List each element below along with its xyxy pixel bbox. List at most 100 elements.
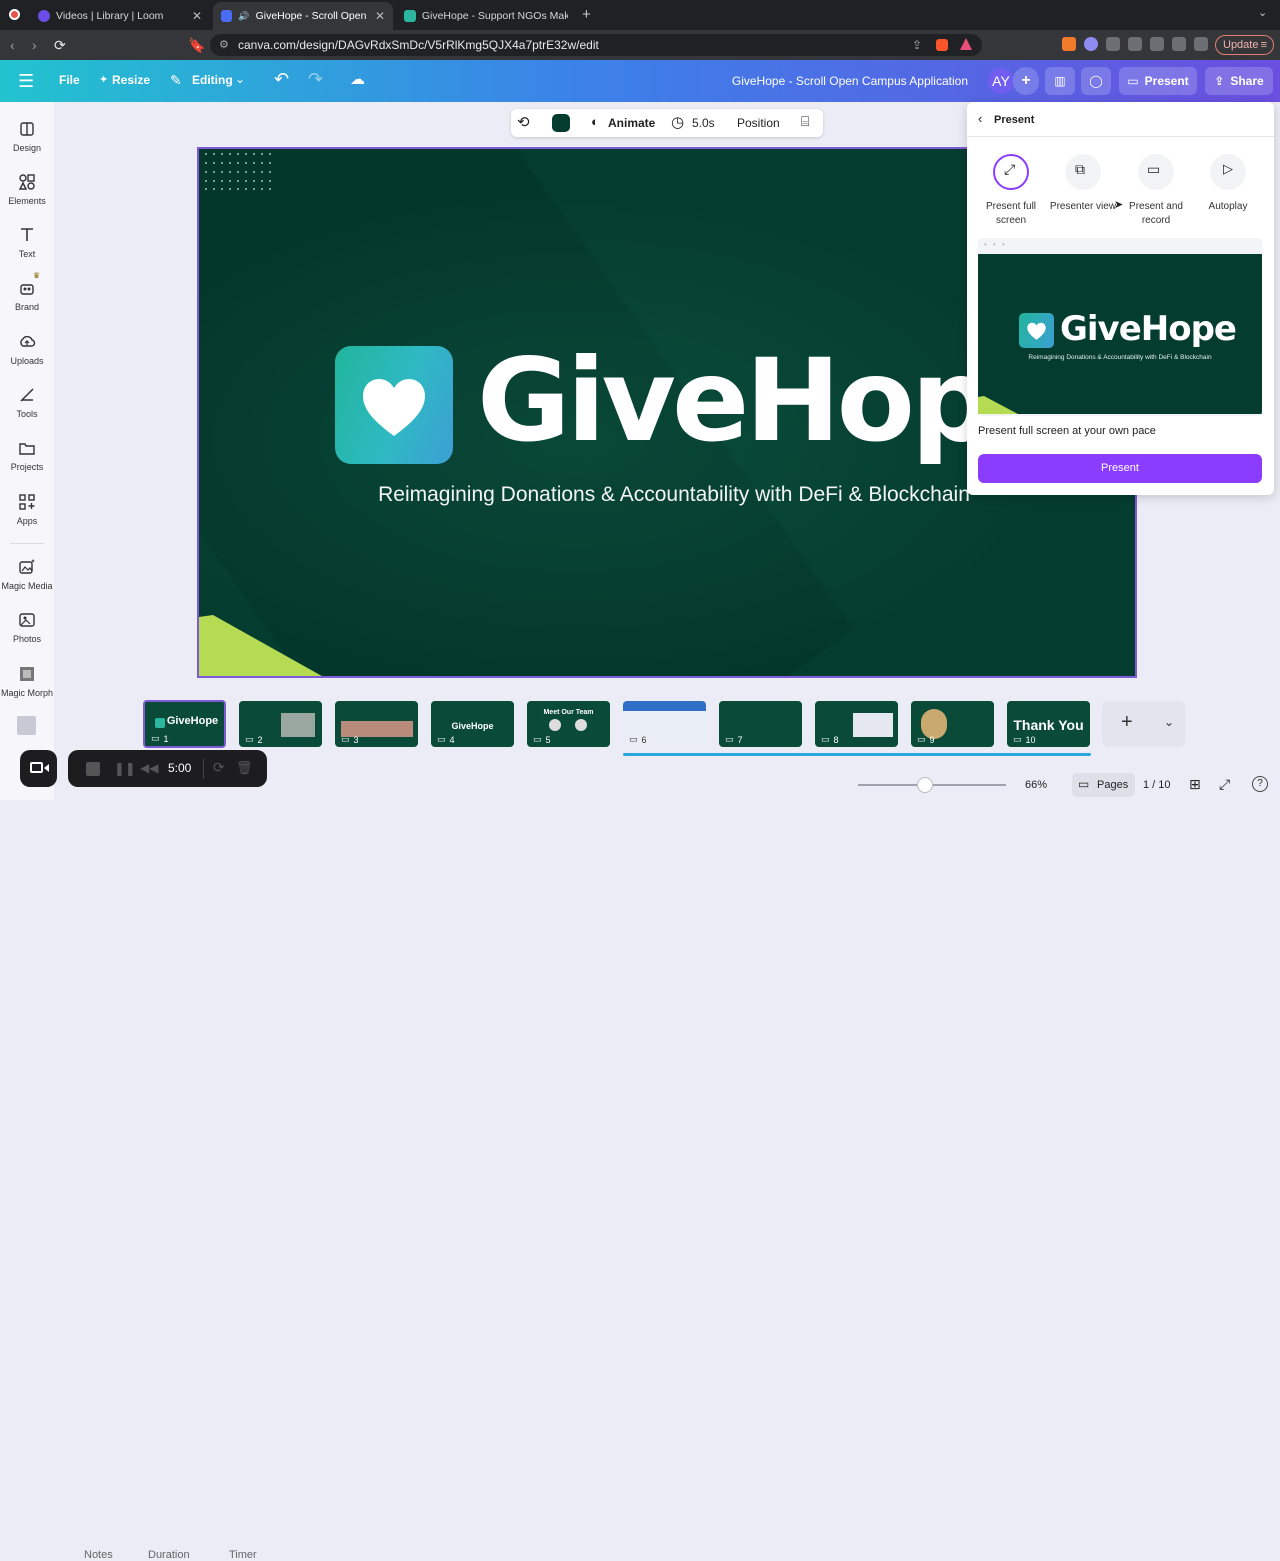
share-button[interactable]: ⇪ Share (1205, 67, 1273, 95)
duration-button[interactable]: 5.0s (692, 116, 715, 130)
sidebar-item-elements[interactable]: Elements (0, 173, 54, 206)
page-thumbnail[interactable]: Meet Our Team ▭ 5 (527, 701, 610, 747)
autoplay-option[interactable]: ▷ Autoplay (1193, 154, 1263, 214)
chevron-down-icon[interactable]: ⌄ (235, 72, 245, 86)
browser-tab-canva[interactable]: 🔊 GiveHope - Scroll Open Ca ✕ (213, 2, 393, 30)
undo-icon[interactable]: ↶ (274, 69, 289, 90)
redo-icon[interactable]: ↷ (308, 69, 323, 90)
leo-ai-icon[interactable] (1172, 37, 1186, 51)
cloud-save-icon[interactable]: ☁ (350, 70, 365, 88)
back-chevron-icon[interactable]: ‹ (978, 111, 982, 126)
browser-update-button[interactable]: Update ≡ (1215, 35, 1274, 55)
notes-button[interactable]: Notes (84, 1549, 113, 1561)
present-submit-button[interactable]: Present (978, 454, 1262, 483)
stop-recording-icon[interactable] (86, 762, 100, 776)
bookmark-icon[interactable]: 🔖 (188, 37, 205, 53)
page-thumbnail[interactable]: GiveHope ▭ 1 (143, 700, 226, 748)
animate-button[interactable]: Animate (608, 116, 655, 130)
position-button[interactable]: Position (737, 116, 780, 130)
main-menu-icon[interactable]: ☰ (18, 71, 34, 92)
comments-button[interactable]: ◯ (1081, 67, 1111, 95)
background-color-swatch[interactable] (552, 114, 570, 132)
sidebar-item-photos[interactable]: Photos (0, 611, 54, 644)
page-thumbnail[interactable]: Thank You ▭ 10 (1007, 701, 1090, 747)
page-thumbnail[interactable]: GiveHope ▭ 4 (431, 701, 514, 747)
reload-icon[interactable]: ⟳ (54, 37, 66, 53)
pause-icon[interactable]: ❚❚ (114, 761, 136, 777)
chevron-down-icon[interactable]: ⌄ (1164, 715, 1174, 729)
pages-scrollbar[interactable] (623, 753, 1091, 756)
sidebar-item-tools[interactable]: Tools (0, 386, 54, 419)
add-collaborator-button[interactable]: + (1013, 67, 1039, 95)
pages-view-button[interactable]: ▭ Pages (1072, 773, 1135, 797)
grid-view-icon[interactable]: ⊞ (1189, 776, 1201, 793)
tab-title: GiveHope - Support NGOs Making (421, 10, 568, 22)
sidebar-item-magic-media[interactable]: Magic Media (0, 558, 54, 591)
sidebar-toggle-icon[interactable] (1128, 37, 1142, 51)
present-button[interactable]: ▭ Present (1119, 67, 1197, 95)
close-tab-icon[interactable]: ✕ (192, 9, 202, 23)
resize-button[interactable]: Resize (112, 73, 150, 87)
sidebar-item-text[interactable]: Text (0, 226, 54, 259)
rewind-icon[interactable]: ◀◀ (140, 761, 158, 775)
givehope-logo-tile[interactable] (335, 346, 453, 464)
brave-rewards-icon[interactable] (960, 38, 972, 50)
trash-icon[interactable]: 🗑 (236, 760, 253, 776)
help-icon[interactable]: ? (1252, 776, 1268, 792)
share-page-icon[interactable]: ⇪ (912, 34, 922, 56)
url-field[interactable]: ⚙ canva.com/design/DAGvRdxSmDc/V5rRlKmg5… (210, 34, 982, 56)
extensions-puzzle-icon[interactable] (1106, 37, 1120, 51)
mouse-cursor-icon: ➤ (1114, 199, 1124, 211)
extension-cloud-icon[interactable] (1084, 37, 1098, 51)
file-menu[interactable]: File (59, 73, 80, 87)
brave-shield-icon[interactable] (936, 39, 948, 51)
recent-design-thumbnail[interactable] (17, 716, 36, 735)
fullscreen-icon[interactable]: ⤢ (1219, 776, 1230, 793)
page-thumbnail[interactable]: ▭ 6 (623, 701, 706, 747)
editing-mode-dropdown[interactable]: Editing (192, 73, 233, 87)
avatar[interactable]: AY (988, 68, 1014, 94)
magic-edit-icon[interactable]: ⟲ (517, 113, 530, 131)
present-and-record-option[interactable]: ▭ Present and record (1121, 154, 1191, 228)
sidebar-item-apps[interactable]: Apps (0, 493, 54, 526)
update-label: Update (1223, 39, 1259, 51)
sidebar-item-brand[interactable]: ♛ Brand (0, 271, 54, 312)
timer-button[interactable]: Timer (229, 1549, 257, 1561)
sidebar-item-uploads[interactable]: Uploads (0, 333, 54, 366)
photos-icon (19, 613, 35, 627)
page-thumbnail[interactable]: ▭ 9 (911, 701, 994, 747)
presenter-view-option[interactable]: ⧉ Presenter view (1048, 154, 1118, 214)
browser-tab-loom[interactable]: Videos | Library | Loom ✕ (30, 2, 210, 30)
paint-roller-icon[interactable]: ⌸ (801, 113, 809, 130)
new-tab-icon[interactable]: + (582, 6, 591, 23)
recorder-controls: ❚❚ ◀◀ 5:00 ⟳ 🗑 (68, 750, 267, 787)
zoom-level[interactable]: 66% (1025, 779, 1047, 791)
close-tab-icon[interactable]: ✕ (375, 9, 385, 23)
vpn-shield-icon[interactable] (1194, 37, 1208, 51)
recorder-camera-button[interactable] (20, 750, 57, 787)
site-info-icon[interactable]: ⚙ (219, 34, 229, 56)
browser-tab-givehope[interactable]: GiveHope - Support NGOs Making (396, 2, 576, 30)
present-label: Present (1144, 74, 1189, 88)
present-full-screen-option[interactable]: ⤢ Present full screen (976, 154, 1046, 228)
page-thumbnail[interactable]: ▭ 2 (239, 701, 322, 747)
presenter-notes-icon: ▭ (245, 734, 254, 744)
page-thumbnail[interactable]: ▭ 8 (815, 701, 898, 747)
insights-button[interactable]: ▥ (1045, 67, 1075, 95)
sidebar-item-design[interactable]: Design (0, 120, 54, 153)
forward-icon[interactable]: › (32, 37, 37, 53)
duration-footer-button[interactable]: Duration (148, 1549, 190, 1561)
restart-icon[interactable]: ⟳ (213, 759, 225, 776)
add-page-button[interactable]: + ⌄ (1102, 701, 1185, 747)
page-thumbnail[interactable]: ▭ 3 (335, 701, 418, 747)
sidebar-item-magic-morph[interactable]: Magic Morph (0, 665, 54, 698)
back-icon[interactable]: ‹ (10, 37, 15, 53)
page-thumbnail[interactable]: ▭ 7 (719, 701, 802, 747)
document-title[interactable]: GiveHope - Scroll Open Campus Applicatio… (700, 74, 968, 88)
wallet-icon[interactable] (1150, 37, 1164, 51)
zoom-slider-handle[interactable] (916, 777, 933, 793)
tab-list-chevron-icon[interactable]: ⌄ (1258, 6, 1267, 19)
preview-tagline: Reimagining Donations & Accountability w… (1028, 354, 1212, 361)
sidebar-item-projects[interactable]: Projects (0, 439, 54, 472)
extension-fox-icon[interactable] (1062, 37, 1076, 51)
